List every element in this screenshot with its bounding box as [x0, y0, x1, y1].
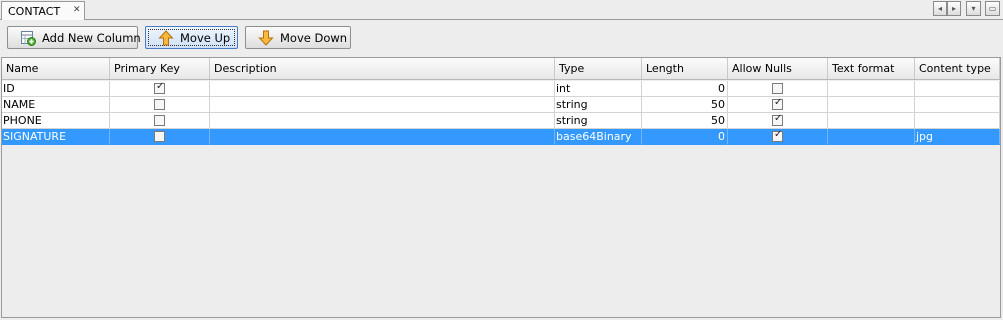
column-header-primary-key[interactable]: Primary Key [110, 58, 210, 79]
cell-type[interactable]: int [555, 81, 642, 97]
primary-key-checkbox[interactable]: ✓ [154, 131, 165, 142]
cell-allow-nulls[interactable]: ✓ [728, 97, 828, 113]
cell-name[interactable]: PHONE [2, 113, 110, 129]
cell-description[interactable] [210, 129, 555, 145]
cell-description[interactable] [210, 81, 555, 97]
primary-key-checkbox[interactable]: ✓ [154, 115, 165, 126]
toolbar: Add New Column Move Up Move Down [0, 20, 1003, 56]
arrow-up-icon [158, 30, 174, 46]
move-down-button[interactable]: Move Down [245, 26, 351, 49]
columns-table: Name Primary Key Description Type Length… [1, 57, 1001, 318]
move-up-label: Move Up [180, 31, 231, 45]
checkmark-icon: ✓ [774, 97, 783, 108]
cell-primary-key[interactable]: ✓ [110, 129, 210, 145]
add-new-column-label: Add New Column [42, 31, 141, 45]
cell-allow-nulls[interactable]: ✓ [728, 81, 828, 97]
cell-allow-nulls[interactable]: ✓ [728, 129, 828, 145]
move-down-label: Move Down [280, 31, 348, 45]
close-icon[interactable]: ✕ [73, 5, 81, 15]
allow-nulls-checkbox[interactable]: ✓ [772, 83, 783, 94]
chevron-down-icon[interactable]: ▾ [966, 1, 981, 16]
column-header-name[interactable]: Name [2, 58, 110, 79]
checkmark-icon: ✓ [774, 129, 783, 140]
restore-window-icon[interactable]: ▭ [985, 1, 1000, 16]
add-column-icon [21, 31, 36, 46]
cell-text-format[interactable] [828, 81, 915, 97]
cell-type[interactable]: string [555, 113, 642, 129]
cell-primary-key[interactable]: ✓ [110, 81, 210, 97]
tab-title: CONTACT [8, 5, 61, 18]
cell-name[interactable]: SIGNATURE [2, 129, 110, 145]
move-up-button[interactable]: Move Up [145, 26, 238, 49]
arrow-down-icon [258, 30, 274, 46]
primary-key-checkbox[interactable]: ✓ [154, 81, 165, 94]
primary-key-checkbox[interactable]: ✓ [154, 99, 165, 110]
table-row[interactable]: PHONE ✓ string 50 ✓ [2, 113, 1000, 129]
cell-length[interactable]: 0 [642, 129, 728, 145]
checkmark-icon: ✓ [774, 113, 783, 124]
add-new-column-button[interactable]: Add New Column [7, 26, 141, 49]
cell-content-type[interactable] [915, 81, 1000, 97]
cell-name[interactable]: ID [2, 81, 110, 97]
cell-text-format[interactable] [828, 129, 915, 145]
cell-text-format[interactable] [828, 113, 915, 129]
allow-nulls-checkbox[interactable]: ✓ [772, 113, 783, 126]
column-header-type[interactable]: Type [555, 58, 642, 79]
cell-name[interactable]: NAME [2, 97, 110, 113]
scroll-right-icon[interactable]: ▸ [947, 1, 961, 16]
column-header-allow-nulls[interactable]: Allow Nulls [728, 58, 828, 79]
table-row[interactable]: NAME ✓ string 50 ✓ [2, 97, 1000, 113]
cell-content-type[interactable]: jpg [915, 129, 1000, 145]
column-header-text-format[interactable]: Text format [828, 58, 915, 79]
column-header-length[interactable]: Length [642, 58, 728, 79]
checkmark-icon: ✓ [156, 81, 165, 92]
tab-contact[interactable]: CONTACT ✕ [1, 1, 85, 20]
column-header-description[interactable]: Description [210, 58, 555, 79]
table-row[interactable]: ID ✓ int 0 ✓ [2, 81, 1000, 97]
cell-length[interactable]: 0 [642, 81, 728, 97]
table-header: Name Primary Key Description Type Length… [2, 58, 1000, 80]
cell-content-type[interactable] [915, 97, 1000, 113]
cell-length[interactable]: 50 [642, 97, 728, 113]
table-row-selected[interactable]: SIGNATURE ✓ base64Binary 0 ✓ jpg [2, 129, 1000, 145]
cell-primary-key[interactable]: ✓ [110, 97, 210, 113]
tab-strip: CONTACT ✕ ◂ ▸ ▾ ▭ [0, 0, 1003, 20]
allow-nulls-checkbox[interactable]: ✓ [772, 97, 783, 110]
cell-text-format[interactable] [828, 97, 915, 113]
cell-primary-key[interactable]: ✓ [110, 113, 210, 129]
cell-type[interactable]: string [555, 97, 642, 113]
cell-length[interactable]: 50 [642, 113, 728, 129]
cell-content-type[interactable] [915, 113, 1000, 129]
cell-allow-nulls[interactable]: ✓ [728, 113, 828, 129]
cell-description[interactable] [210, 113, 555, 129]
column-header-content-type[interactable]: Content type [915, 58, 1000, 79]
allow-nulls-checkbox[interactable]: ✓ [772, 129, 783, 142]
scroll-left-icon[interactable]: ◂ [933, 1, 947, 16]
cell-type[interactable]: base64Binary [555, 129, 642, 145]
cell-description[interactable] [210, 97, 555, 113]
